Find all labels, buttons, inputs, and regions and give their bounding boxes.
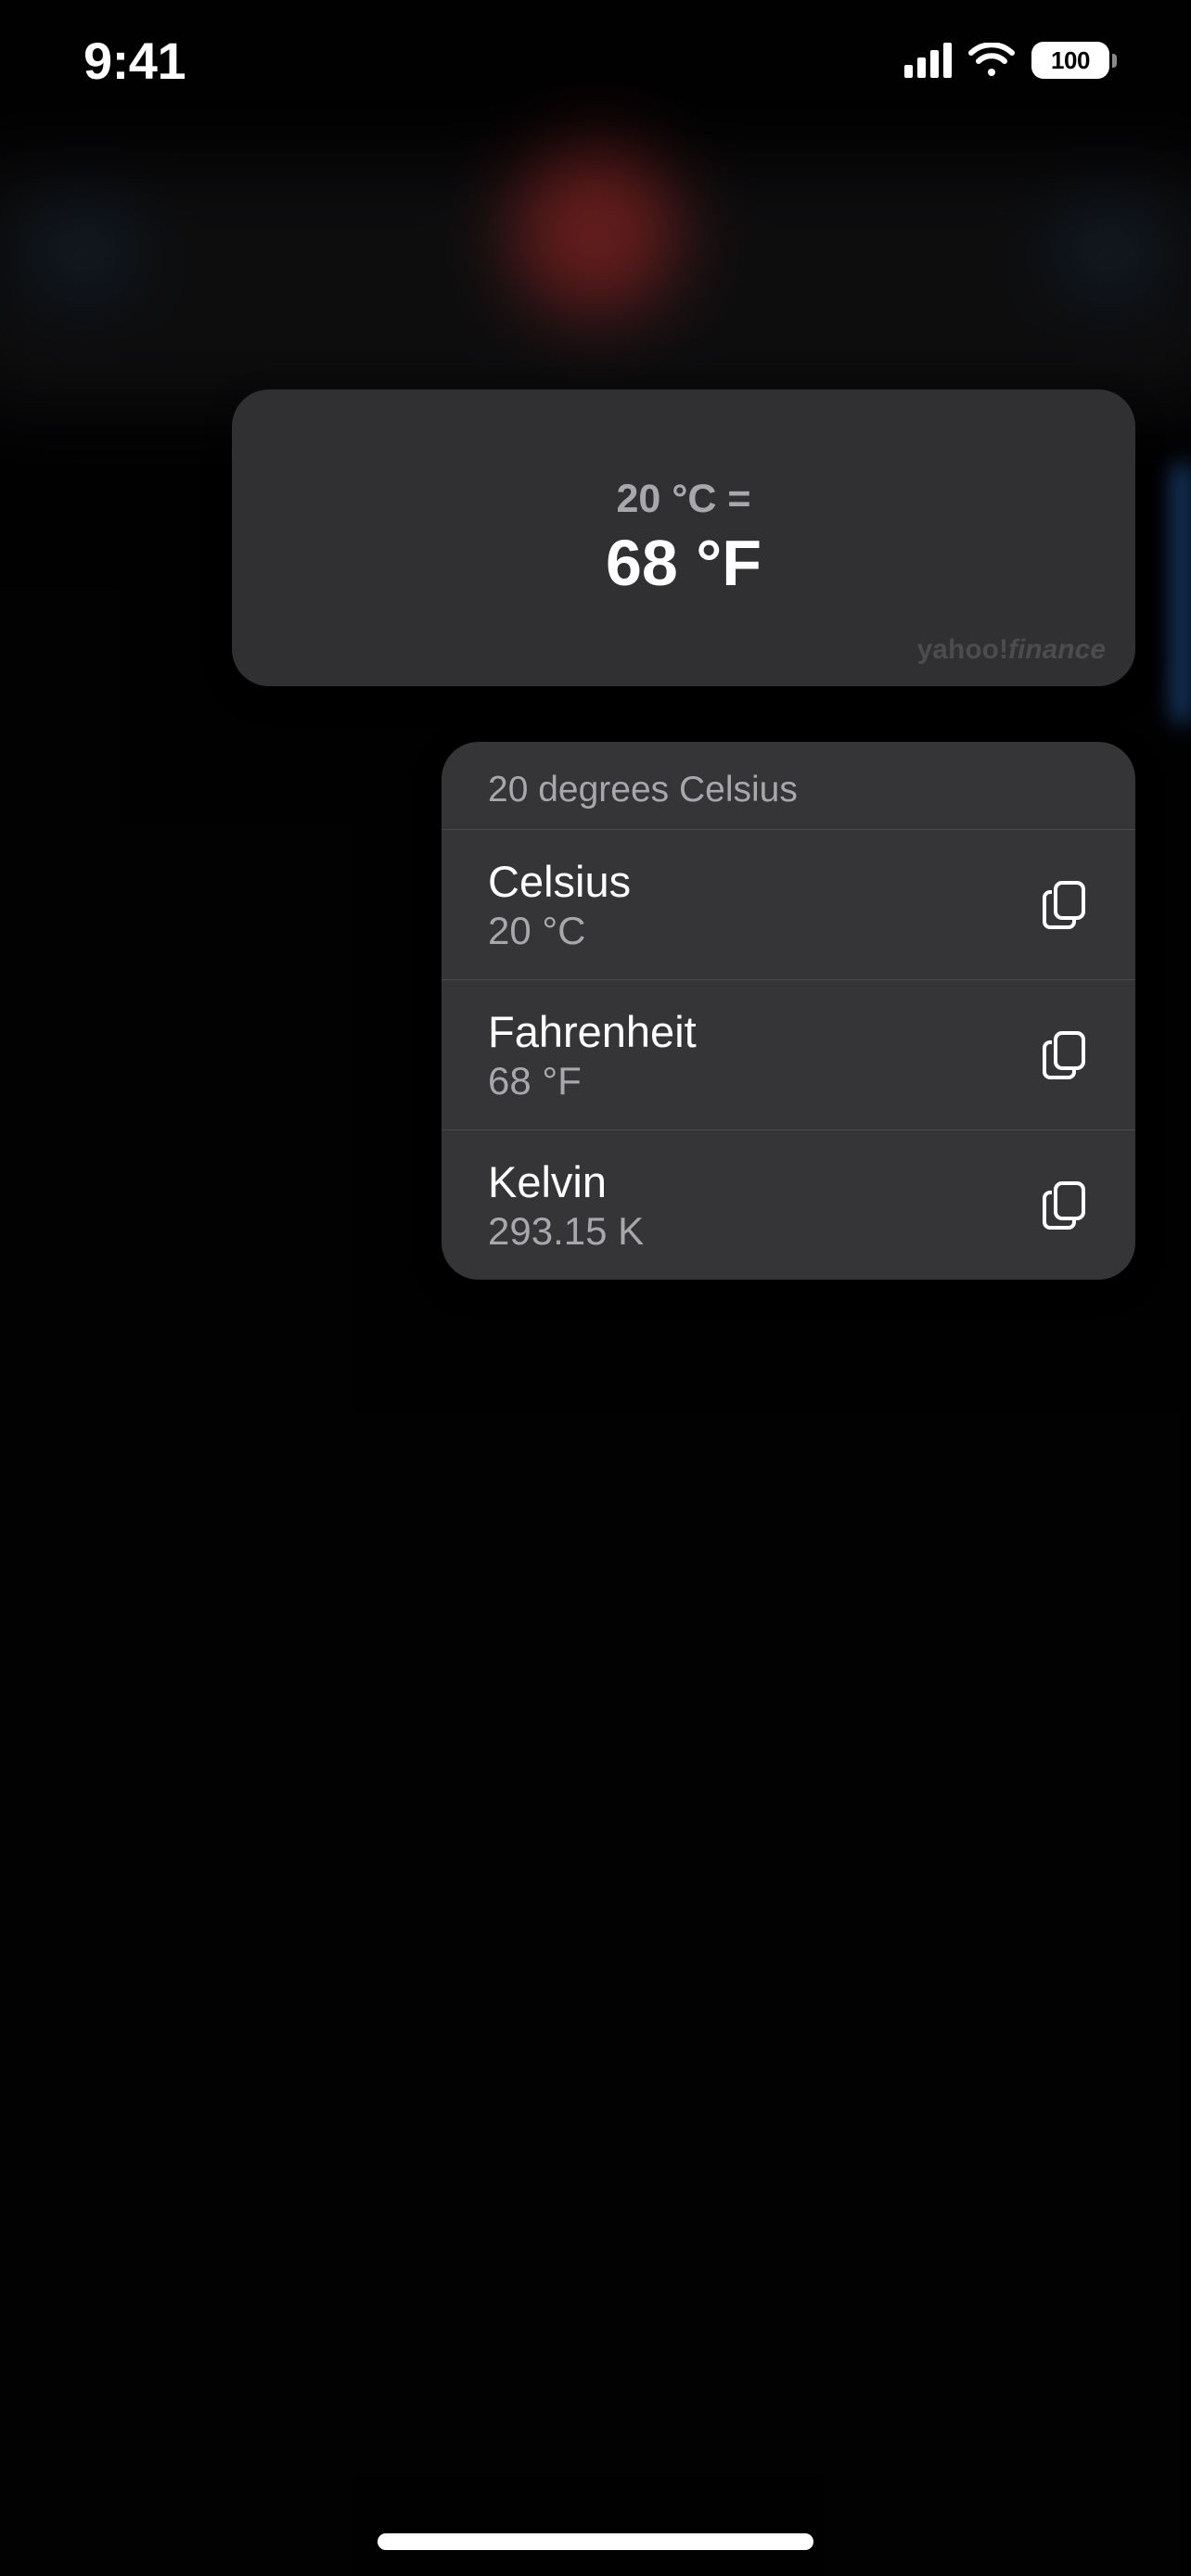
wifi-icon xyxy=(968,43,1015,78)
battery-tip xyxy=(1112,54,1117,68)
spotlight-conversion-overlay: 9:41 100 20 °C = 68 °F yahoo!finance xyxy=(0,0,1191,2576)
conversions-header: 20 degrees Celsius xyxy=(442,742,1135,829)
conversion-text: Celsius 20 °C xyxy=(488,856,631,953)
cellular-signal-icon xyxy=(904,43,952,78)
conversion-result-value: 68 °F xyxy=(606,526,762,600)
answer-source-suffix: finance xyxy=(1008,634,1106,665)
conversion-unit-value: 293.15 K xyxy=(488,1209,644,1254)
status-time: 9:41 xyxy=(83,31,186,91)
copy-icon[interactable] xyxy=(1041,879,1089,931)
copy-icon[interactable] xyxy=(1041,1180,1089,1231)
status-right-cluster: 100 xyxy=(904,42,1117,79)
conversion-answer-card[interactable]: 20 °C = 68 °F yahoo!finance xyxy=(232,389,1135,686)
conversion-unit-label: Fahrenheit xyxy=(488,1006,697,1057)
conversions-card: 20 degrees Celsius Celsius 20 °C Fahrenh… xyxy=(442,742,1135,1280)
conversion-row-fahrenheit[interactable]: Fahrenheit 68 °F xyxy=(442,979,1135,1129)
conversion-unit-value: 20 °C xyxy=(488,909,631,953)
conversion-unit-value: 68 °F xyxy=(488,1059,697,1103)
answer-source-attribution: yahoo!finance xyxy=(917,634,1106,666)
conversion-unit-label: Celsius xyxy=(488,856,631,907)
status-bar: 9:41 100 xyxy=(0,0,1191,121)
conversion-text: Fahrenheit 68 °F xyxy=(488,1006,697,1103)
answer-source-brand: yahoo! xyxy=(917,634,1008,665)
dim-overlay[interactable] xyxy=(0,0,1191,2576)
conversion-text: Kelvin 293.15 K xyxy=(488,1156,644,1254)
conversion-row-celsius[interactable]: Celsius 20 °C xyxy=(442,829,1135,979)
conversion-unit-label: Kelvin xyxy=(488,1156,644,1207)
battery-indicator: 100 xyxy=(1031,42,1117,79)
battery-level: 100 xyxy=(1031,42,1109,79)
home-indicator[interactable] xyxy=(378,2533,813,2550)
conversion-row-kelvin[interactable]: Kelvin 293.15 K xyxy=(442,1129,1135,1280)
conversion-query-label: 20 °C = xyxy=(616,477,750,522)
copy-icon[interactable] xyxy=(1041,1029,1089,1081)
background-right-edge xyxy=(1172,464,1191,723)
